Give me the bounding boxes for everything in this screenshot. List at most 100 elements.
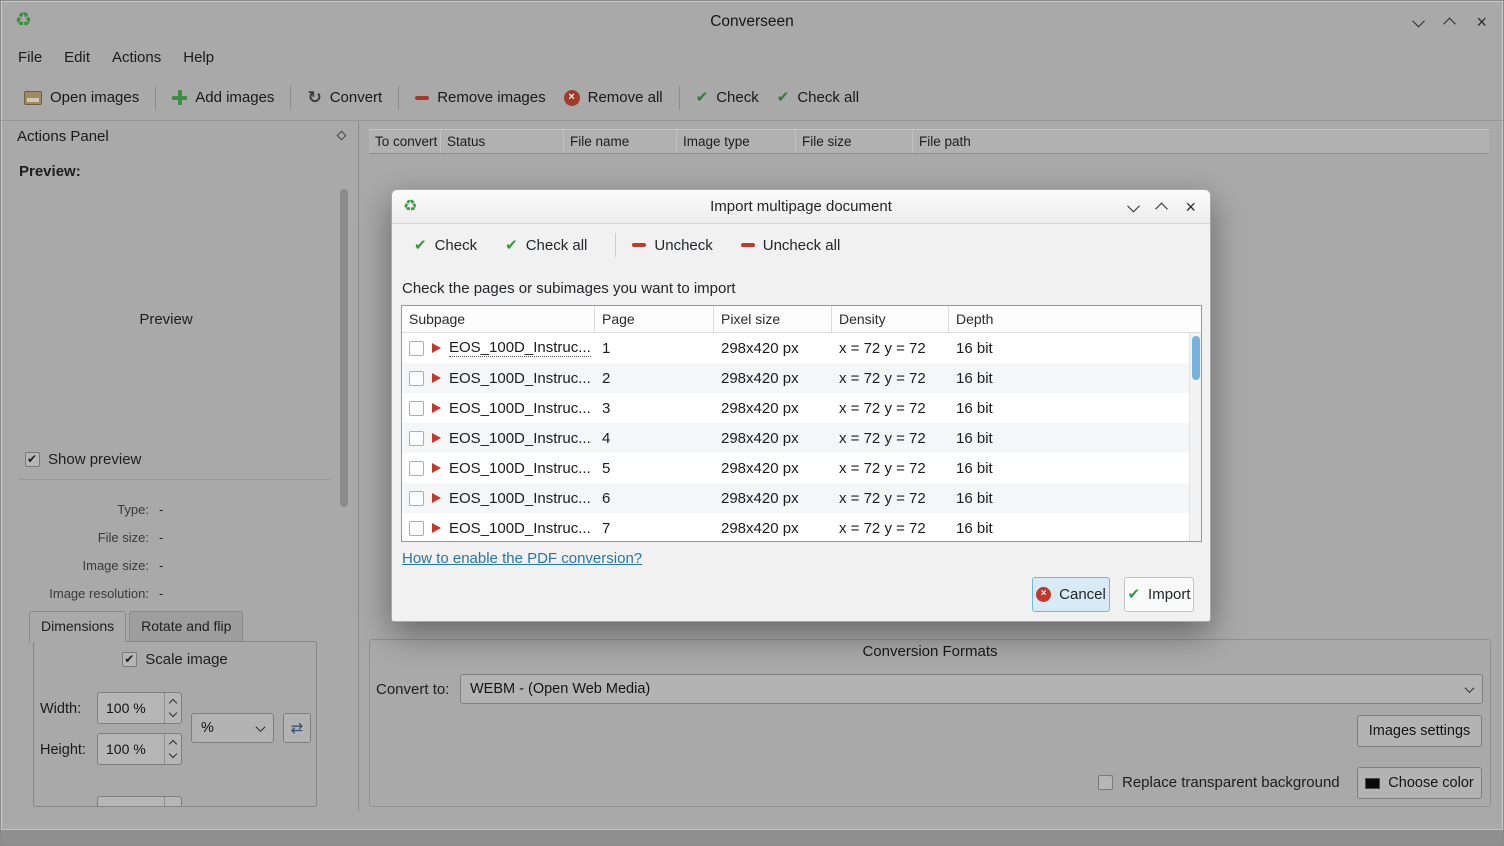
- page-checkbox[interactable]: [409, 521, 424, 536]
- page-icon: [432, 463, 441, 473]
- menu-edit[interactable]: Edit: [53, 43, 101, 75]
- page-pixel_size: 298x420 px: [714, 370, 832, 387]
- spin-buttons[interactable]: [164, 734, 181, 764]
- close-icon[interactable]: [1476, 13, 1487, 31]
- dialog-title: Import multipage document: [392, 198, 1210, 215]
- menu-actions[interactable]: Actions: [101, 43, 172, 75]
- page-checkbox[interactable]: [409, 401, 424, 416]
- spin-buttons[interactable]: [164, 797, 181, 807]
- page-density: x = 72 y = 72: [832, 490, 949, 507]
- page-row-6[interactable]: EOS_100D_Instruc...6298x420 pxx = 72 y =…: [402, 483, 1201, 513]
- maximize-icon[interactable]: [1156, 202, 1169, 215]
- pages-table-column-2[interactable]: Pixel size: [714, 306, 832, 332]
- menu-file[interactable]: File: [7, 43, 53, 75]
- unit-combobox[interactable]: %: [191, 713, 274, 743]
- images-settings-button[interactable]: Images settings: [1357, 715, 1482, 747]
- panel-tabs: Dimensions Rotate and flip: [29, 611, 243, 642]
- page-page: 5: [595, 460, 714, 477]
- page-density: x = 72 y = 72: [832, 520, 949, 537]
- conversion-formats-title: Conversion Formats: [370, 643, 1490, 660]
- table-scrollbar[interactable]: [1189, 333, 1201, 541]
- dialog-uncheck-button[interactable]: Uncheck: [632, 237, 712, 254]
- page-row-3[interactable]: EOS_100D_Instruc...3298x420 pxx = 72 y =…: [402, 393, 1201, 423]
- replace-background-checkbox[interactable]: Replace transparent background: [1098, 774, 1340, 791]
- page-checkbox[interactable]: [409, 431, 424, 446]
- convert-button[interactable]: Convert: [298, 83, 391, 112]
- pages-table-column-0[interactable]: Subpage: [402, 306, 595, 332]
- cancel-icon: [1036, 587, 1051, 602]
- menu-help[interactable]: Help: [172, 43, 225, 75]
- dialog-titlebar: Import multipage document: [392, 190, 1210, 224]
- add-images-button[interactable]: Add images: [163, 83, 283, 112]
- scrollbar-thumb[interactable]: [1192, 336, 1200, 380]
- conversion-formats-group: Conversion Formats Convert to: WEBM - (O…: [369, 639, 1491, 807]
- page-row-4[interactable]: EOS_100D_Instruc...4298x420 pxx = 72 y =…: [402, 423, 1201, 453]
- page-row-5[interactable]: EOS_100D_Instruc...5298x420 pxx = 72 y =…: [402, 453, 1201, 483]
- format-combobox[interactable]: WEBM - (Open Web Media): [460, 674, 1483, 704]
- dialog-check-all-button[interactable]: Check all: [505, 237, 587, 254]
- file-table-column-2[interactable]: File name: [564, 130, 677, 153]
- panel-float-icon[interactable]: [337, 131, 347, 141]
- checkbox-icon: [122, 652, 137, 667]
- file-table-column-3[interactable]: Image type: [677, 130, 796, 153]
- page-checkbox[interactable]: [409, 491, 424, 506]
- page-depth: 16 bit: [949, 340, 1201, 357]
- page-checkbox[interactable]: [409, 341, 424, 356]
- dialog-toolbar: Check Check all Uncheck Uncheck all: [414, 230, 868, 260]
- remove-images-button[interactable]: Remove images: [406, 83, 554, 112]
- pages-table-column-3[interactable]: Density: [832, 306, 949, 332]
- tab-dimensions[interactable]: Dimensions: [29, 611, 126, 642]
- page-density: x = 72 y = 72: [832, 370, 949, 387]
- maximize-icon[interactable]: [1444, 17, 1457, 30]
- check-button[interactable]: Check: [687, 83, 768, 112]
- minimize-icon[interactable]: [1128, 199, 1141, 212]
- partial-spinbox[interactable]: [97, 796, 182, 807]
- minimize-icon[interactable]: [1413, 14, 1426, 27]
- chevron-down-icon: [256, 722, 266, 732]
- divider: [19, 479, 331, 480]
- page-checkbox[interactable]: [409, 371, 424, 386]
- convert-icon: [307, 89, 321, 106]
- pages-table-column-1[interactable]: Page: [595, 306, 714, 332]
- choose-color-button[interactable]: Choose color: [1357, 767, 1482, 799]
- file-table-column-5[interactable]: File path: [913, 130, 1489, 153]
- spin-buttons[interactable]: [164, 693, 181, 723]
- cancel-button[interactable]: Cancel: [1032, 577, 1110, 612]
- page-row-7[interactable]: EOS_100D_Instruc...7298x420 pxx = 72 y =…: [402, 513, 1201, 540]
- check-all-button[interactable]: Check all: [768, 83, 868, 112]
- pdf-conversion-help-link[interactable]: How to enable the PDF conversion?: [402, 550, 642, 567]
- remove-all-icon: [564, 90, 580, 106]
- link-dimensions-button[interactable]: [283, 713, 311, 743]
- height-spinbox[interactable]: 100 %: [97, 733, 182, 765]
- open-images-button[interactable]: Open images: [15, 83, 148, 112]
- import-button[interactable]: Import: [1124, 577, 1194, 612]
- page-name: EOS_100D_Instruc...: [449, 339, 591, 357]
- tab-rotate-and-flip[interactable]: Rotate and flip: [129, 611, 243, 641]
- file-table-column-0[interactable]: To convert: [369, 130, 441, 153]
- page-icon: [432, 523, 441, 533]
- dialog-uncheck-all-button[interactable]: Uncheck all: [741, 237, 841, 254]
- dialog-check-button[interactable]: Check: [414, 237, 477, 254]
- page-depth: 16 bit: [949, 430, 1201, 447]
- file-table-column-1[interactable]: Status: [441, 130, 564, 153]
- page-checkbox[interactable]: [409, 461, 424, 476]
- pages-table-column-4[interactable]: Depth: [949, 306, 1201, 332]
- page-row-1[interactable]: EOS_100D_Instruc...1298x420 pxx = 72 y =…: [402, 333, 1201, 363]
- file-table-column-4[interactable]: File size: [796, 130, 913, 153]
- page-row-2[interactable]: EOS_100D_Instruc...2298x420 pxx = 72 y =…: [402, 363, 1201, 393]
- show-preview-checkbox[interactable]: Show preview: [25, 451, 141, 468]
- import-icon: [1127, 587, 1140, 602]
- width-spinbox[interactable]: 100 %: [97, 692, 182, 724]
- page-depth: 16 bit: [949, 490, 1201, 507]
- scale-image-checkbox[interactable]: Scale image: [34, 651, 316, 668]
- page-pixel_size: 298x420 px: [714, 460, 832, 477]
- toolbar-separator: [679, 86, 680, 110]
- refresh-icon: [291, 721, 304, 736]
- preview-label: Preview:: [19, 163, 81, 180]
- converseen-window: Converseen File Edit Actions Help Open i…: [0, 0, 1504, 846]
- page-pixel_size: 298x420 px: [714, 490, 832, 507]
- remove-all-button[interactable]: Remove all: [555, 83, 672, 112]
- chevron-down-icon: [1465, 683, 1475, 693]
- close-icon[interactable]: [1185, 198, 1196, 216]
- panel-scrollbar[interactable]: [340, 189, 348, 507]
